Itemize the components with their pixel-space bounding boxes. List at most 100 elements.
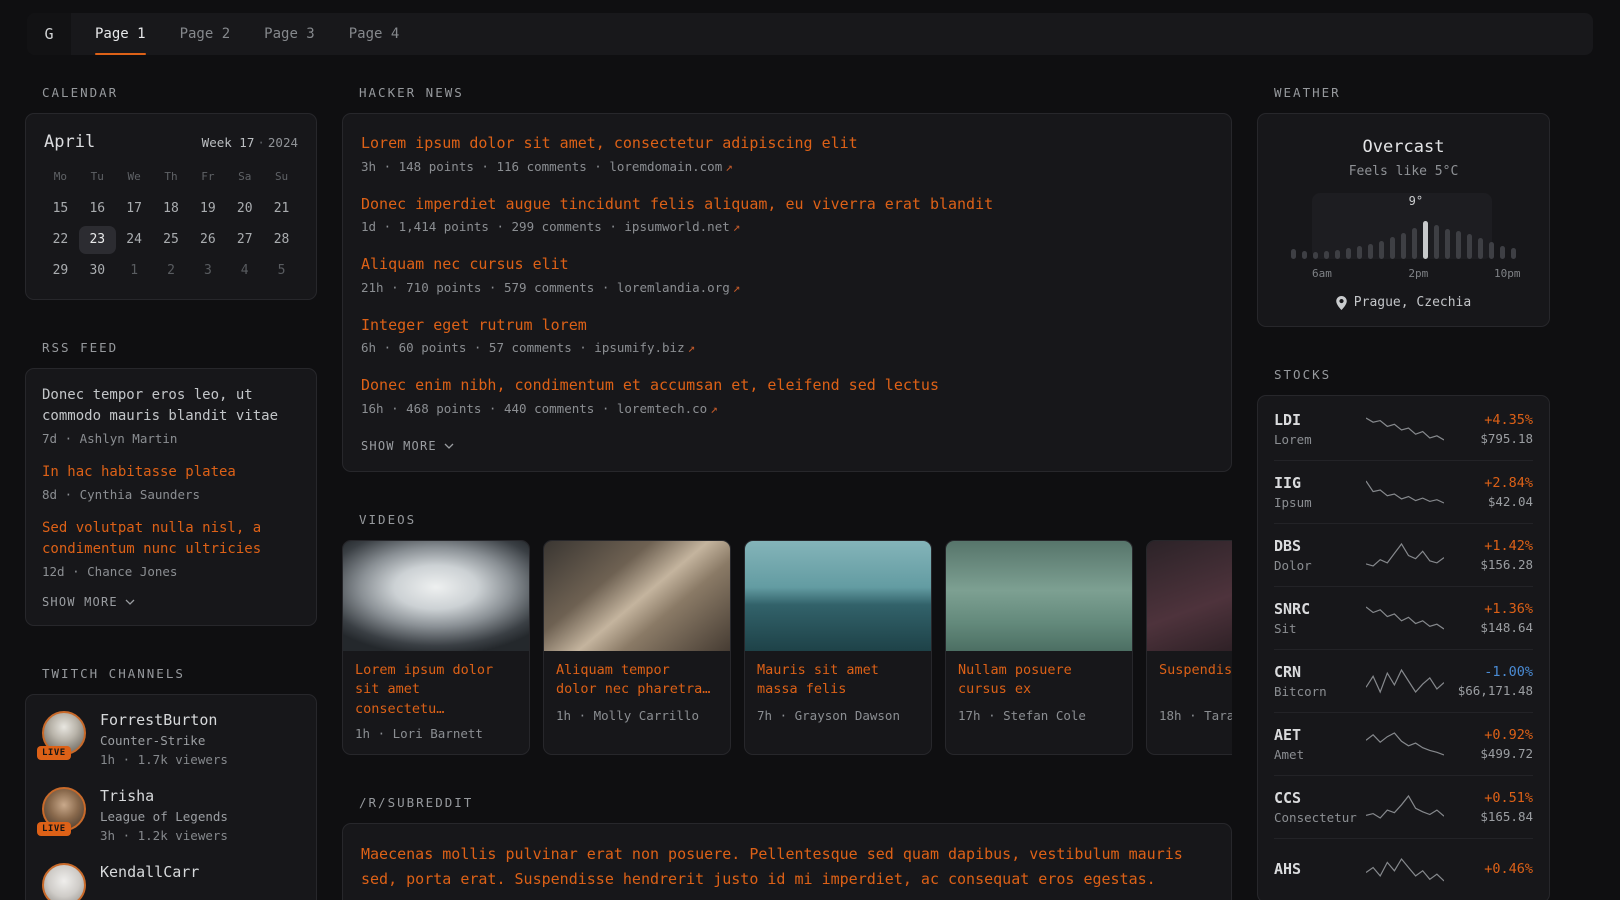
news-item: Aliquam nec cursus elit 21h · 710 points…	[361, 253, 1213, 295]
video-card[interactable]: Lorem ipsum dolor sit amet consectetu… 1…	[342, 540, 530, 756]
stock-row[interactable]: IIG Ipsum +2.84% $42.04	[1274, 460, 1533, 523]
news-item: Donec enim nibh, condimentum et accumsan…	[361, 374, 1213, 416]
tab-page-2[interactable]: Page 2	[180, 13, 231, 55]
calendar-day: 19	[189, 195, 226, 223]
twitch-widget: TWITCH CHANNELS LIVE ForrestBurton Count…	[25, 666, 317, 900]
video-meta: 18h · Tara	[1147, 701, 1232, 736]
day-header: Su	[263, 164, 300, 192]
stock-row[interactable]: AHS +0.46%	[1274, 838, 1533, 900]
rss-item-meta: 7d · Ashlyn Martin	[42, 431, 300, 446]
weather-location: Prague, Czechia	[1276, 295, 1531, 310]
video-thumbnail[interactable]	[343, 541, 529, 651]
news-item-title[interactable]: Aliquam nec cursus elit	[361, 253, 1213, 276]
video-thumbnail[interactable]	[544, 541, 730, 651]
weather-hourly-chart: 9° 6am 2pm 10pm	[1280, 193, 1527, 281]
external-link-icon[interactable]: ↗	[710, 401, 718, 416]
external-link-icon[interactable]: ↗	[725, 159, 733, 174]
rss-show-more-button[interactable]: SHOW MORE	[42, 595, 300, 609]
stock-change: +4.35%	[1444, 412, 1533, 428]
calendar-day: 27	[226, 226, 263, 254]
video-thumbnail[interactable]	[1147, 541, 1232, 651]
news-item-title[interactable]: Integer eget rutrum lorem	[361, 314, 1213, 337]
stock-row[interactable]: CCS Consectetur +0.51% $165.84	[1274, 775, 1533, 838]
stock-identity: IIG Ipsum	[1274, 474, 1366, 510]
dashboard-grid: CALENDAR April Week 17·2024 Mo Tu We Th …	[0, 55, 1620, 900]
twitch-channel[interactable]: LIVE ForrestBurton Counter-Strike 1h · 1…	[42, 711, 300, 767]
news-item-title[interactable]: Lorem ipsum dolor sit amet, consectetur …	[361, 132, 1213, 155]
news-item-meta: 21h · 710 points · 579 comments · loreml…	[361, 280, 1213, 295]
channel-info: ForrestBurton Counter-Strike 1h · 1.7k v…	[100, 711, 228, 767]
stock-change: +1.42%	[1444, 538, 1533, 554]
weather-bars	[1280, 217, 1527, 259]
stock-sparkline	[1366, 479, 1444, 505]
stock-row[interactable]: SNRC Sit +1.36% $148.64	[1274, 586, 1533, 649]
peak-temperature-label: 9°	[1409, 194, 1423, 208]
stock-change: +2.84%	[1444, 475, 1533, 491]
tab-page-3[interactable]: Page 3	[264, 13, 315, 55]
separator-dot: ·	[257, 135, 265, 150]
channel-avatar: LIVE	[42, 787, 86, 831]
hacker-news-show-more-button[interactable]: SHOW MORE	[361, 439, 1213, 453]
subreddit-widget: /R/SUBREDDIT Maecenas mollis pulvinar er…	[342, 795, 1232, 900]
news-item-title[interactable]: Donec enim nibh, condimentum et accumsan…	[361, 374, 1213, 397]
rss-item-title[interactable]: In hac habitasse platea	[42, 462, 300, 483]
avatar-image	[42, 863, 86, 900]
reddit-post-title[interactable]: Maecenas mollis pulvinar erat non posuer…	[361, 842, 1213, 892]
stock-row[interactable]: CRN Bitcorn -1.00% $66,171.48	[1274, 649, 1533, 712]
tab-page-1[interactable]: Page 1	[95, 13, 146, 55]
stock-change: +1.36%	[1444, 601, 1533, 617]
stock-row[interactable]: AET Amet +0.92% $499.72	[1274, 712, 1533, 775]
video-card[interactable]: Nullam posuere cursus ex 17h · Stefan Co…	[945, 540, 1133, 756]
news-item: Lorem ipsum dolor sit amet, consectetur …	[361, 132, 1213, 174]
stock-row[interactable]: LDI Lorem +4.35% $795.18	[1274, 397, 1533, 460]
rss-item-title[interactable]: Sed volutpat nulla nisl, a condimentum n…	[42, 518, 300, 560]
external-link-icon[interactable]: ↗	[688, 340, 696, 355]
video-thumbnail[interactable]	[745, 541, 931, 651]
hacker-news-section-title: HACKER NEWS	[359, 85, 1232, 100]
chevron-down-icon	[444, 443, 454, 449]
video-title[interactable]: Suspendisse diam	[1147, 651, 1232, 701]
page-tabs: Page 1 Page 2 Page 3 Page 4	[95, 13, 433, 55]
video-title[interactable]: Lorem ipsum dolor sit amet consectetu…	[343, 651, 529, 720]
app-logo[interactable]: G	[27, 13, 71, 55]
stock-sparkline	[1366, 605, 1444, 631]
external-link-icon[interactable]: ↗	[733, 219, 741, 234]
calendar-week-label: Week 17·2024	[202, 135, 298, 150]
stock-name: Lorem	[1274, 432, 1366, 447]
calendar-header: April Week 17·2024	[42, 130, 300, 164]
channel-name: Trisha	[100, 787, 228, 805]
video-title[interactable]: Mauris sit amet massa felis	[745, 651, 931, 701]
subreddit-card: Maecenas mollis pulvinar erat non posuer…	[342, 823, 1232, 900]
stock-sparkline	[1366, 731, 1444, 757]
twitch-channel[interactable]: LIVE Trisha League of Legends 3h · 1.2k …	[42, 787, 300, 843]
weather-section-title: WEATHER	[1274, 85, 1550, 100]
meta-text: 3h · 148 points · 116 comments · loremdo…	[361, 159, 722, 174]
stock-name: Sit	[1274, 621, 1366, 636]
video-card[interactable]: Suspendisse diam 18h · Tara	[1146, 540, 1232, 756]
stock-change: +0.92%	[1444, 727, 1533, 743]
right-column: WEATHER Overcast Feels like 5°C 9° 6am 2…	[1257, 85, 1550, 900]
tab-page-4[interactable]: Page 4	[349, 13, 400, 55]
location-text: Prague, Czechia	[1354, 295, 1471, 310]
stock-row[interactable]: DBS Dolor +1.42% $156.28	[1274, 523, 1533, 586]
stock-change: -1.00%	[1444, 664, 1533, 680]
video-title[interactable]: Aliquam tempor dolor nec pharetra…	[544, 651, 730, 701]
video-thumbnail[interactable]	[946, 541, 1132, 651]
video-title[interactable]: Nullam posuere cursus ex	[946, 651, 1132, 701]
stock-name: Bitcorn	[1274, 684, 1366, 699]
twitch-channel[interactable]: KendallCarr	[42, 863, 300, 900]
twitch-card: LIVE ForrestBurton Counter-Strike 1h · 1…	[25, 694, 317, 900]
video-card[interactable]: Mauris sit amet massa felis 7h · Grayson…	[744, 540, 932, 756]
news-item-title[interactable]: Donec imperdiet augue tincidunt felis al…	[361, 193, 1213, 216]
stock-ticker: AET	[1274, 726, 1366, 744]
stock-identity: DBS Dolor	[1274, 537, 1366, 573]
rss-section-title: RSS FEED	[42, 340, 317, 355]
external-link-icon[interactable]: ↗	[733, 280, 741, 295]
news-item-meta: 16h · 468 points · 440 comments · loremt…	[361, 401, 1213, 416]
center-column: HACKER NEWS Lorem ipsum dolor sit amet, …	[342, 85, 1232, 900]
calendar-day: 15	[42, 195, 79, 223]
stock-values: -1.00% $66,171.48	[1444, 664, 1533, 698]
rss-item-title[interactable]: Donec tempor eros leo, ut commodo mauris…	[42, 385, 300, 427]
stocks-card: LDI Lorem +4.35% $795.18 IIG Ipsum	[1257, 395, 1550, 900]
video-card[interactable]: Aliquam tempor dolor nec pharetra… 1h · …	[543, 540, 731, 756]
